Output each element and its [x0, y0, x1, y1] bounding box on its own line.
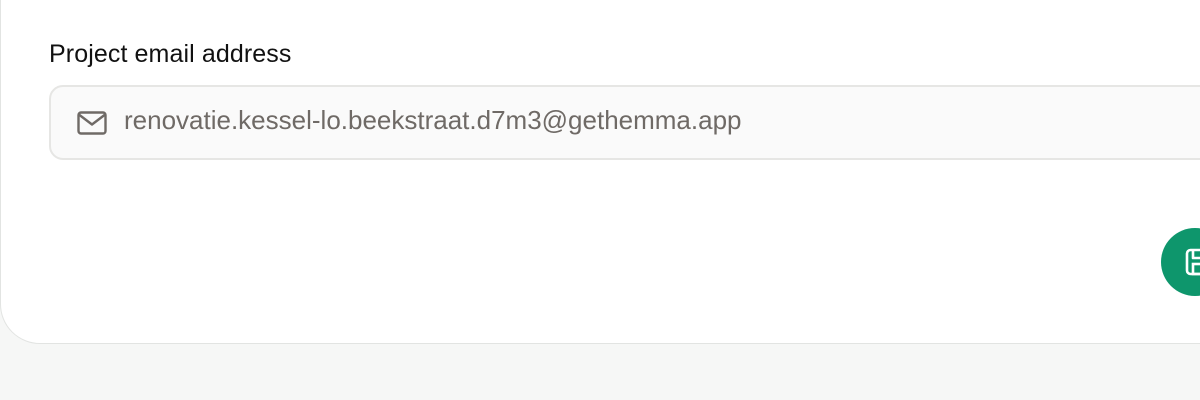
- save-icon: [1185, 248, 1200, 276]
- email-field-label: Project email address: [49, 40, 292, 68]
- save-button[interactable]: [1161, 228, 1200, 296]
- project-email-value: renovatie.kessel-lo.beekstraat.d7m3@geth…: [124, 105, 742, 135]
- mail-icon: [77, 111, 107, 135]
- project-email-field[interactable]: renovatie.kessel-lo.beekstraat.d7m3@geth…: [49, 85, 1200, 160]
- settings-card: Project email address renovatie.kessel-l…: [0, 0, 1200, 344]
